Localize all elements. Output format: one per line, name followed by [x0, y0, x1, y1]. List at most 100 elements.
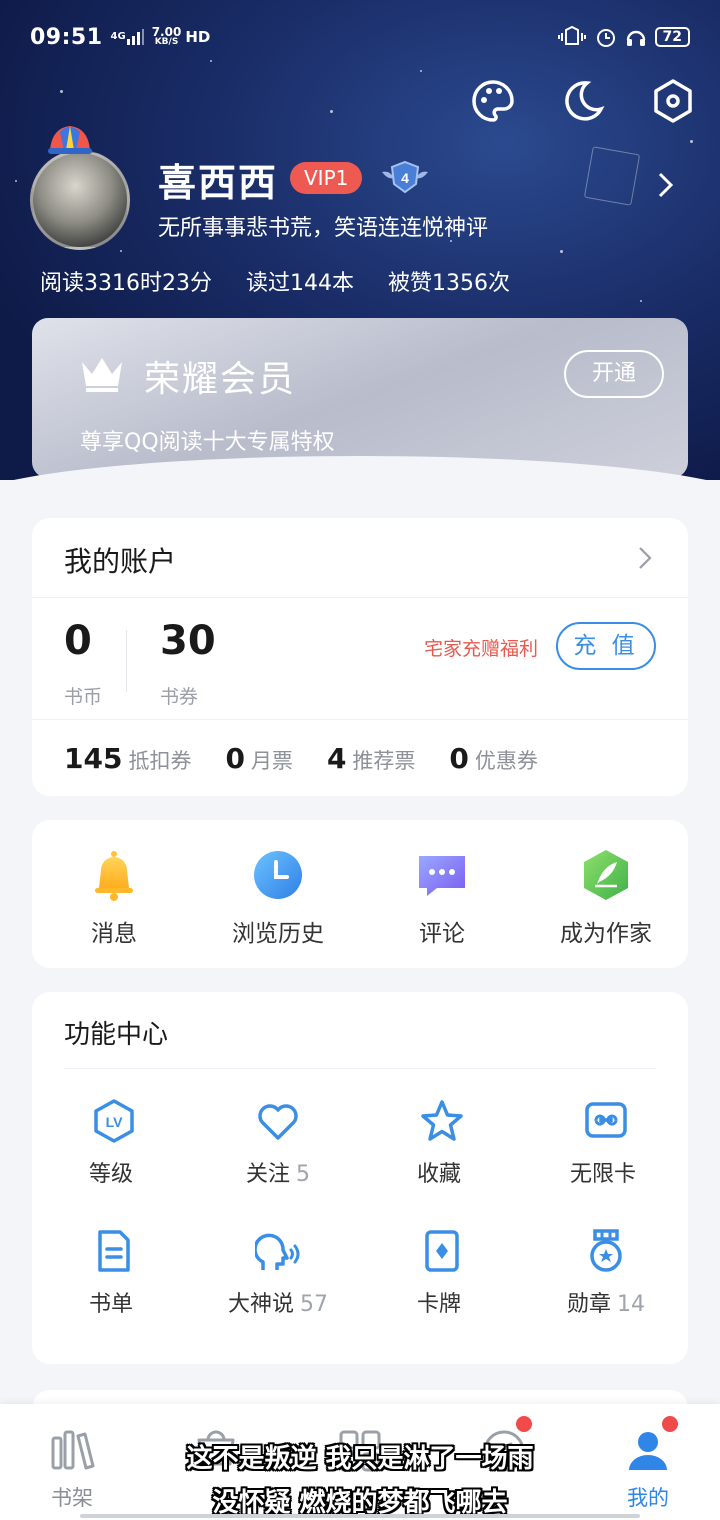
night-mode-icon[interactable]	[560, 78, 606, 124]
function-label: 卡牌	[416, 1292, 461, 1317]
function-count: 5	[296, 1162, 310, 1187]
function-label: 勋章	[566, 1292, 611, 1317]
function-label: 大神说	[227, 1292, 294, 1317]
function-cards[interactable]: 卡牌	[360, 1228, 524, 1318]
infinity-card-icon	[585, 1102, 627, 1138]
function-level[interactable]: LV 等级	[32, 1098, 196, 1188]
pen-icon	[584, 850, 628, 900]
vip-card-description: 尊享QQ阅读十大专属特权	[80, 430, 335, 455]
ticket-value: 0	[225, 741, 245, 775]
crown-icon	[82, 358, 122, 392]
notification-dot	[516, 1416, 532, 1432]
subtitle-line-1: 这不是叛逆 我只是淋了一场雨	[186, 1444, 534, 1474]
avatar[interactable]	[30, 120, 134, 250]
function-label: 关注	[245, 1162, 290, 1187]
stat-likes: 被赞1356次	[387, 271, 510, 296]
function-label: 收藏	[416, 1162, 461, 1187]
ticket-label: 月票	[250, 748, 293, 773]
level-shield-icon[interactable]: 4	[380, 158, 430, 198]
quick-become-writer[interactable]: 成为作家	[524, 820, 688, 968]
function-follow[interactable]: 关注 5	[196, 1098, 360, 1188]
profile-header: 09:51 4G 7.00 KB/S HD 72 喜西西 VIP1 4 无所事事…	[0, 0, 720, 480]
quick-actions: 消息 浏览历史 评论 成为作家	[32, 820, 688, 968]
user-signature: 无所事事悲书荒，笑语连连悦神评	[158, 216, 489, 241]
booklist-icon	[98, 1230, 130, 1272]
status-time: 09:51	[30, 24, 103, 50]
function-unlimited-card[interactable]: 无限卡	[524, 1098, 688, 1188]
vibrate-icon	[557, 26, 586, 45]
function-center-title: 功能中心	[64, 1020, 169, 1050]
vouchers-value[interactable]: 30	[160, 618, 216, 664]
function-center: 功能中心 LV 等级 关注 5 收藏 无限卡 书单 大神说 57 卡牌 勋章 1…	[32, 992, 688, 1364]
recharge-button[interactable]: 充 值	[556, 622, 656, 670]
function-medals[interactable]: 勋章 14	[524, 1228, 688, 1318]
quick-label: 消息	[91, 921, 137, 947]
hd-indicator: HD	[185, 28, 211, 46]
card-icon	[425, 1230, 459, 1272]
stat-reading-time: 阅读3316时23分	[40, 271, 212, 296]
function-label: 等级	[88, 1162, 133, 1187]
star-icon	[421, 1100, 463, 1141]
ticket-recommend[interactable]: 4 推荐票	[327, 742, 415, 775]
quick-comments[interactable]: 评论	[360, 820, 524, 968]
quick-label: 评论	[419, 921, 465, 947]
ticket-coupon[interactable]: 0 优惠券	[449, 742, 537, 775]
ticket-label: 优惠券	[474, 748, 538, 773]
level-icon: LV	[94, 1099, 134, 1143]
chevron-right-icon	[639, 547, 652, 569]
function-master-talk[interactable]: 大神说 57	[196, 1228, 360, 1318]
ticket-value: 145	[64, 741, 123, 775]
ticket-label: 推荐票	[352, 748, 416, 773]
net-speed: 7.00 KB/S	[151, 25, 182, 47]
heart-icon	[258, 1104, 298, 1140]
account-card: 我的账户 0 书币 30 书券 宅家充赠福利 充 值 145 抵扣券 0 月票 …	[32, 518, 688, 796]
vouchers-label: 书券	[160, 686, 199, 708]
stat-books-read: 读过144本	[245, 271, 354, 296]
function-count: 14	[617, 1292, 645, 1317]
ticket-monthly[interactable]: 0 月票	[225, 742, 292, 775]
function-label: 书单	[88, 1292, 133, 1317]
medal-icon	[590, 1229, 622, 1272]
ticket-label: 抵扣券	[128, 748, 192, 773]
vip-open-button[interactable]: 开通	[564, 350, 664, 398]
vip-badge[interactable]: VIP1	[290, 162, 363, 194]
home-indicator[interactable]	[80, 1514, 640, 1518]
account-header[interactable]: 我的账户	[32, 518, 688, 598]
quick-messages[interactable]: 消息	[32, 820, 196, 968]
status-bar: 09:51 4G 7.00 KB/S HD 72	[30, 22, 690, 52]
chevron-right-icon[interactable]	[656, 170, 676, 200]
divider	[126, 630, 127, 692]
signal-icon	[126, 29, 144, 45]
vip-membership-card[interactable]: 荣耀会员 尊享QQ阅读十大专属特权 开通	[32, 318, 688, 478]
clock-icon	[254, 851, 302, 899]
theme-palette-icon[interactable]	[470, 78, 516, 124]
function-count: 57	[300, 1292, 328, 1317]
account-title: 我的账户	[64, 545, 177, 578]
notification-dot	[662, 1416, 678, 1432]
coins-label: 书币	[64, 686, 103, 708]
net-speed-value: 7.00	[151, 25, 182, 39]
avatar-image	[30, 150, 130, 250]
headphones-icon	[626, 30, 645, 46]
function-booklist[interactable]: 书单	[32, 1228, 196, 1318]
function-favorites[interactable]: 收藏	[360, 1098, 524, 1188]
ticket-deduction[interactable]: 145 抵扣券	[64, 742, 191, 775]
speaker-head-icon	[255, 1233, 300, 1270]
svg-text:LV: LV	[106, 1114, 124, 1130]
net-speed-unit: KB/S	[154, 37, 179, 47]
tickets-row: 145 抵扣券 0 月票 4 推荐票 0 优惠券	[32, 720, 688, 796]
ticket-value: 4	[326, 741, 347, 775]
level-number: 4	[401, 170, 409, 186]
avatar-hat-decoration	[48, 126, 92, 154]
ticket-value: 0	[449, 741, 469, 775]
coins-value[interactable]: 0	[64, 618, 92, 664]
divider	[64, 1068, 656, 1069]
quick-label: 成为作家	[560, 921, 652, 947]
reading-stats: 阅读3316时23分 读过144本 被赞1356次	[40, 265, 510, 297]
battery-level: 72	[654, 27, 690, 47]
recharge-promo[interactable]: 宅家充赠福利	[424, 634, 538, 661]
quick-history[interactable]: 浏览历史	[196, 820, 360, 968]
settings-icon[interactable]	[650, 78, 696, 124]
bell-icon	[95, 851, 133, 901]
username[interactable]: 喜西西	[158, 152, 278, 207]
